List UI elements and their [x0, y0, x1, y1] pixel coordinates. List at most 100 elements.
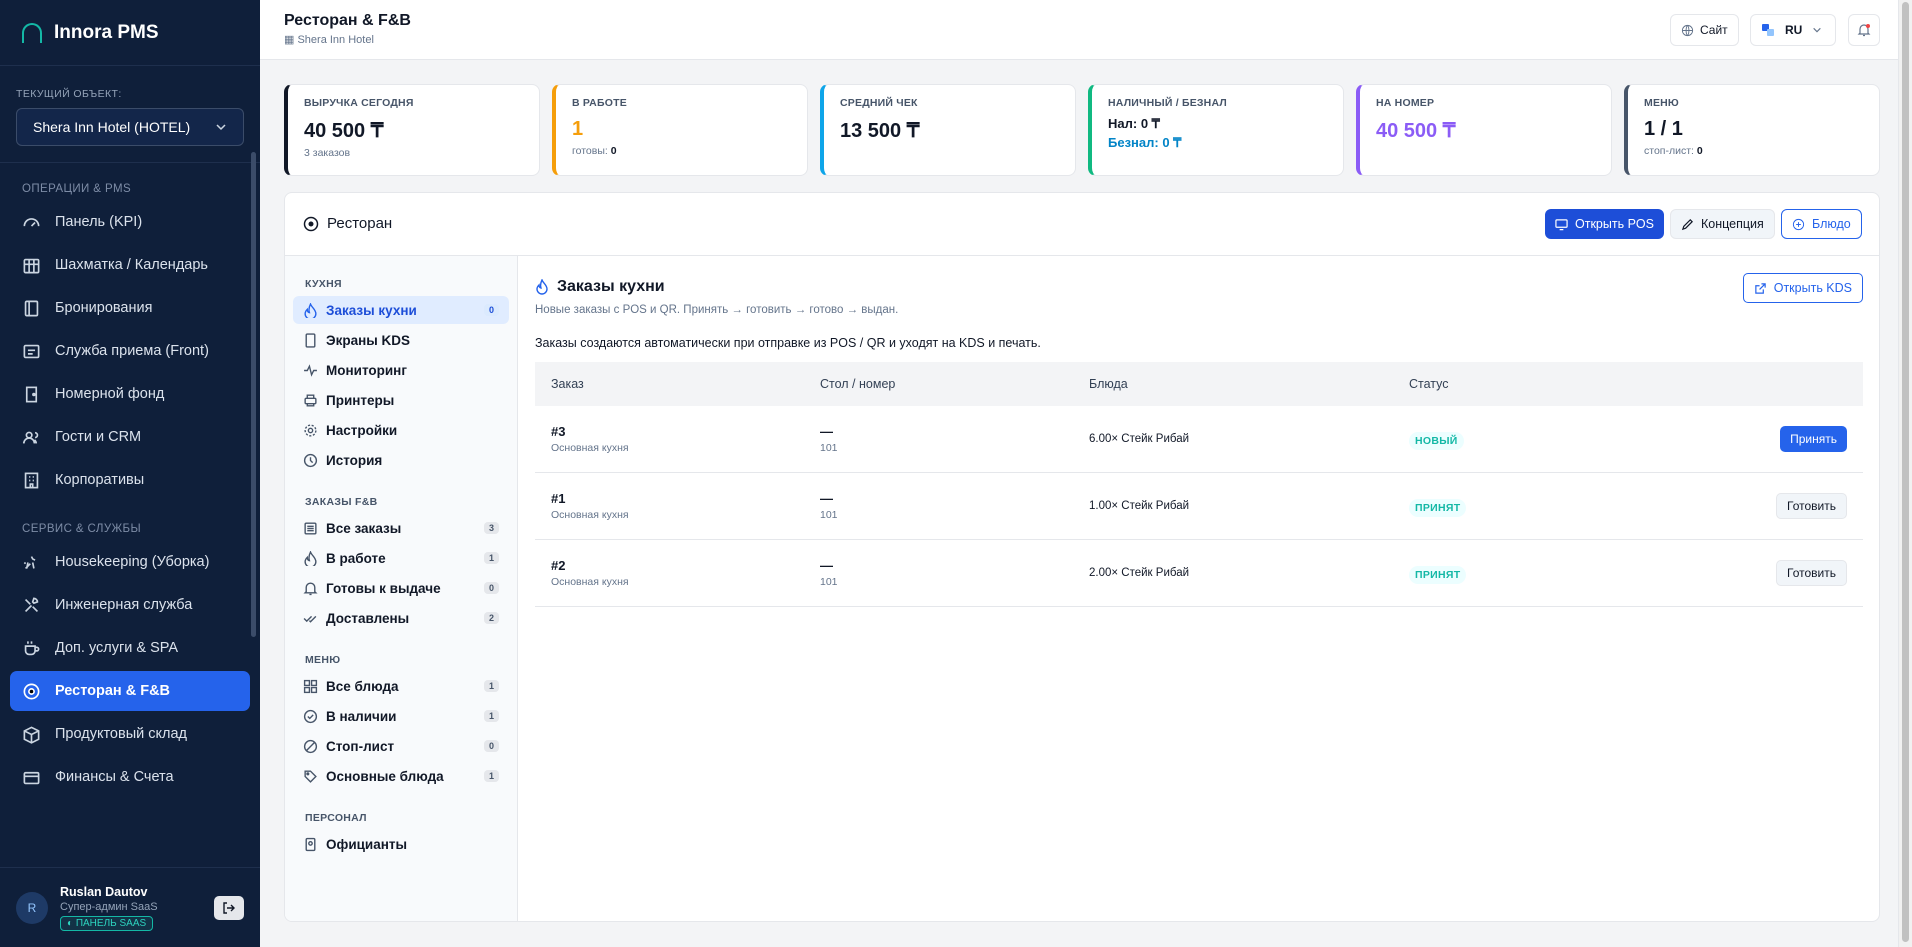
open-kds-label: Открыть KDS [1773, 281, 1852, 295]
kpi-card: НАЛИЧНЫЙ / БЕЗНАЛ Нал: 0 ₸ Безнал: 0 ₸ [1088, 84, 1344, 176]
sidebar-item-dashboard[interactable]: Панель (KPI) [10, 202, 250, 242]
subnav-item-label: Все блюда [326, 678, 399, 694]
printer-icon [304, 393, 317, 407]
sidebar-item-calendar[interactable]: Шахматка / Календарь [10, 245, 250, 285]
sidebar-item-label: Шахматка / Календарь [55, 257, 208, 273]
cook-order-button[interactable]: Готовить [1776, 493, 1847, 519]
bell-icon [303, 581, 318, 595]
language-value: RU [1785, 23, 1803, 37]
language-select[interactable]: RU [1750, 14, 1836, 46]
subnav-item-double-check[interactable]: Доставлены 2 [293, 604, 509, 632]
logout-button[interactable] [214, 896, 244, 920]
kpi-label: НАЛИЧНЫЙ / БЕЗНАЛ [1108, 97, 1227, 109]
gear-icon [304, 423, 317, 437]
object-select-value: Shera Inn Hotel (HOTEL) [33, 119, 191, 135]
order-dishes: 2.00× Стейк Рибай [1089, 567, 1190, 579]
sidebar-item-reception[interactable]: Служба приема (Front) [10, 331, 250, 371]
subnav-item-grid[interactable]: Все блюда 1 [293, 672, 509, 700]
page-subtitle: ▦ Shera Inn Hotel [284, 34, 374, 46]
order-id: #1 [551, 491, 566, 506]
subnav-item-flame[interactable]: Заказы кухни 0 [293, 296, 509, 324]
cook-order-button[interactable]: Готовить [1776, 560, 1847, 586]
subnav-item-gear[interactable]: Настройки [293, 416, 509, 444]
kpi-noncash: Безнал: 0 ₸ [1108, 135, 1182, 150]
restaurant-subnav: КУХНЯ Заказы кухни 0 Экраны KDS Мониторинг Пр… [285, 256, 518, 921]
subnav-item-ban[interactable]: Стоп-лист 0 [293, 732, 509, 760]
sidebar-item-spa[interactable]: Доп. услуги & SPA [10, 628, 250, 668]
kpi-cash: Нал: 0 ₸ [1108, 116, 1160, 131]
notifications-button[interactable] [1848, 14, 1880, 46]
sidebar-item-restaurant[interactable]: Ресторан & F&B [10, 671, 250, 711]
add-dish-label: Блюдо [1812, 217, 1851, 231]
subnav-item-list[interactable]: Все заказы 3 [293, 514, 509, 542]
subnav-item-bell[interactable]: Готовы к выдаче 0 [293, 574, 509, 602]
reception-icon [23, 344, 40, 358]
section-description: Новые заказы с POS и QR. Принять → готов… [535, 304, 899, 316]
order-table: — [820, 491, 833, 506]
sidebar-item-label: Финансы & Счета [55, 769, 174, 785]
table-row[interactable]: #3 Основная кухня — 101 6.00× Стейк Рибай НОВ… [535, 406, 1863, 473]
column-header-status: Статус [1409, 377, 1449, 391]
subnav-item-clock[interactable]: История [293, 446, 509, 474]
sidebar-item-guests[interactable]: Гости и CRM [10, 417, 250, 457]
open-kds-button[interactable]: Открыть KDS [1742, 273, 1863, 303]
site-button[interactable]: Сайт [1670, 14, 1739, 46]
sidebar-item-booking[interactable]: Бронирования [10, 288, 250, 328]
subnav-item-check-circle[interactable]: В наличии 1 [293, 702, 509, 730]
sidebar-item-wallet[interactable]: Финансы & Счета [10, 757, 250, 797]
order-table: — [820, 558, 833, 573]
object-label: ТЕКУЩИЙ ОБЪЕКТ: [16, 88, 122, 100]
restaurant-panel: Ресторан Открыть POS Концепция Блюдо КУХ… [284, 192, 1880, 922]
wallet-icon [23, 771, 40, 784]
table-row[interactable]: #2 Основная кухня — 101 2.00× Стейк Рибай ПРИ… [535, 540, 1863, 607]
subnav-count: 1 [483, 552, 499, 564]
tablet-icon [305, 332, 316, 348]
panel-header: Ресторан Открыть POS Концепция Блюдо [285, 193, 1879, 256]
subnav-item-label: В наличии [326, 708, 397, 724]
bell-icon [1857, 24, 1871, 37]
kpi-value: 13 500 ₸ [840, 120, 920, 142]
avatar[interactable]: R [16, 891, 48, 924]
subnav-item-activity[interactable]: Мониторинг [293, 356, 509, 384]
status-badge: ПРИНЯТ [1409, 565, 1467, 584]
ban-icon [303, 739, 318, 753]
kpi-label: НА НОМЕР [1376, 97, 1435, 109]
sidebar-item-label: Бронирования [55, 300, 153, 316]
subnav-item-label: Все заказы [326, 520, 402, 536]
object-select[interactable]: Shera Inn Hotel (HOTEL) [16, 108, 244, 146]
page-title: Ресторан & F&B [284, 12, 411, 29]
saas-panel-badge[interactable]: ◐ ПАНЕЛЬ SAAS [60, 915, 154, 931]
sidebar-item-wrench[interactable]: Инженерная служба [10, 585, 250, 625]
sidebar-item-corporate[interactable]: Корпоративы [10, 460, 250, 500]
subnav-item-label: Принтеры [326, 392, 395, 408]
user-panel: R Ruslan Dautov Супер-админ SaaS ◐ ПАНЕЛ… [0, 867, 260, 947]
flame-icon [536, 279, 548, 295]
clock-icon [303, 453, 318, 467]
sidebar-item-label: Номерной фонд [55, 386, 165, 402]
open-pos-button[interactable]: Открыть POS [1545, 209, 1664, 239]
sidebar-item-broom[interactable]: Housekeeping (Уборка) [10, 542, 250, 582]
page-scrollbar[interactable] [1898, 0, 1912, 947]
subnav-item-printer[interactable]: Принтеры [293, 386, 509, 414]
sidebar-item-label: Housekeeping (Уборка) [55, 554, 210, 570]
guests-icon [22, 431, 39, 444]
table-row[interactable]: #1 Основная кухня — 101 1.00× Стейк Рибай ПРИ… [535, 473, 1863, 540]
subnav-section-title: КУХНЯ [305, 278, 342, 290]
subnav-item-label: Официанты [326, 836, 408, 852]
concept-button[interactable]: Концепция [1670, 209, 1775, 239]
sidebar-nav: ОПЕРАЦИИ & PMS Панель (KPI) Шахматка / Кал… [0, 163, 260, 797]
sidebar-item-warehouse[interactable]: Продуктовый склад [10, 714, 250, 754]
subnav-count: 1 [483, 770, 499, 782]
subnav-item-badge[interactable]: Официанты [293, 830, 509, 858]
subnav-item-tablet[interactable]: Экраны KDS [293, 326, 509, 354]
subnav-item-tag[interactable]: Основные блюда 1 [293, 762, 509, 790]
sidebar-item-room[interactable]: Номерной фонд [10, 374, 250, 414]
kpi-sub: 3 заказов [304, 147, 351, 159]
column-header-dishes: Блюда [1089, 377, 1128, 391]
subnav-item-label: Основные блюда [326, 768, 444, 784]
add-dish-button[interactable]: Блюдо [1781, 209, 1862, 239]
brand[interactable]: Innora PMS [0, 0, 260, 66]
subnav-item-flame[interactable]: В работе 1 [293, 544, 509, 572]
accept-order-button[interactable]: Принять [1780, 426, 1847, 452]
sidebar-scrollbar[interactable] [251, 152, 256, 637]
